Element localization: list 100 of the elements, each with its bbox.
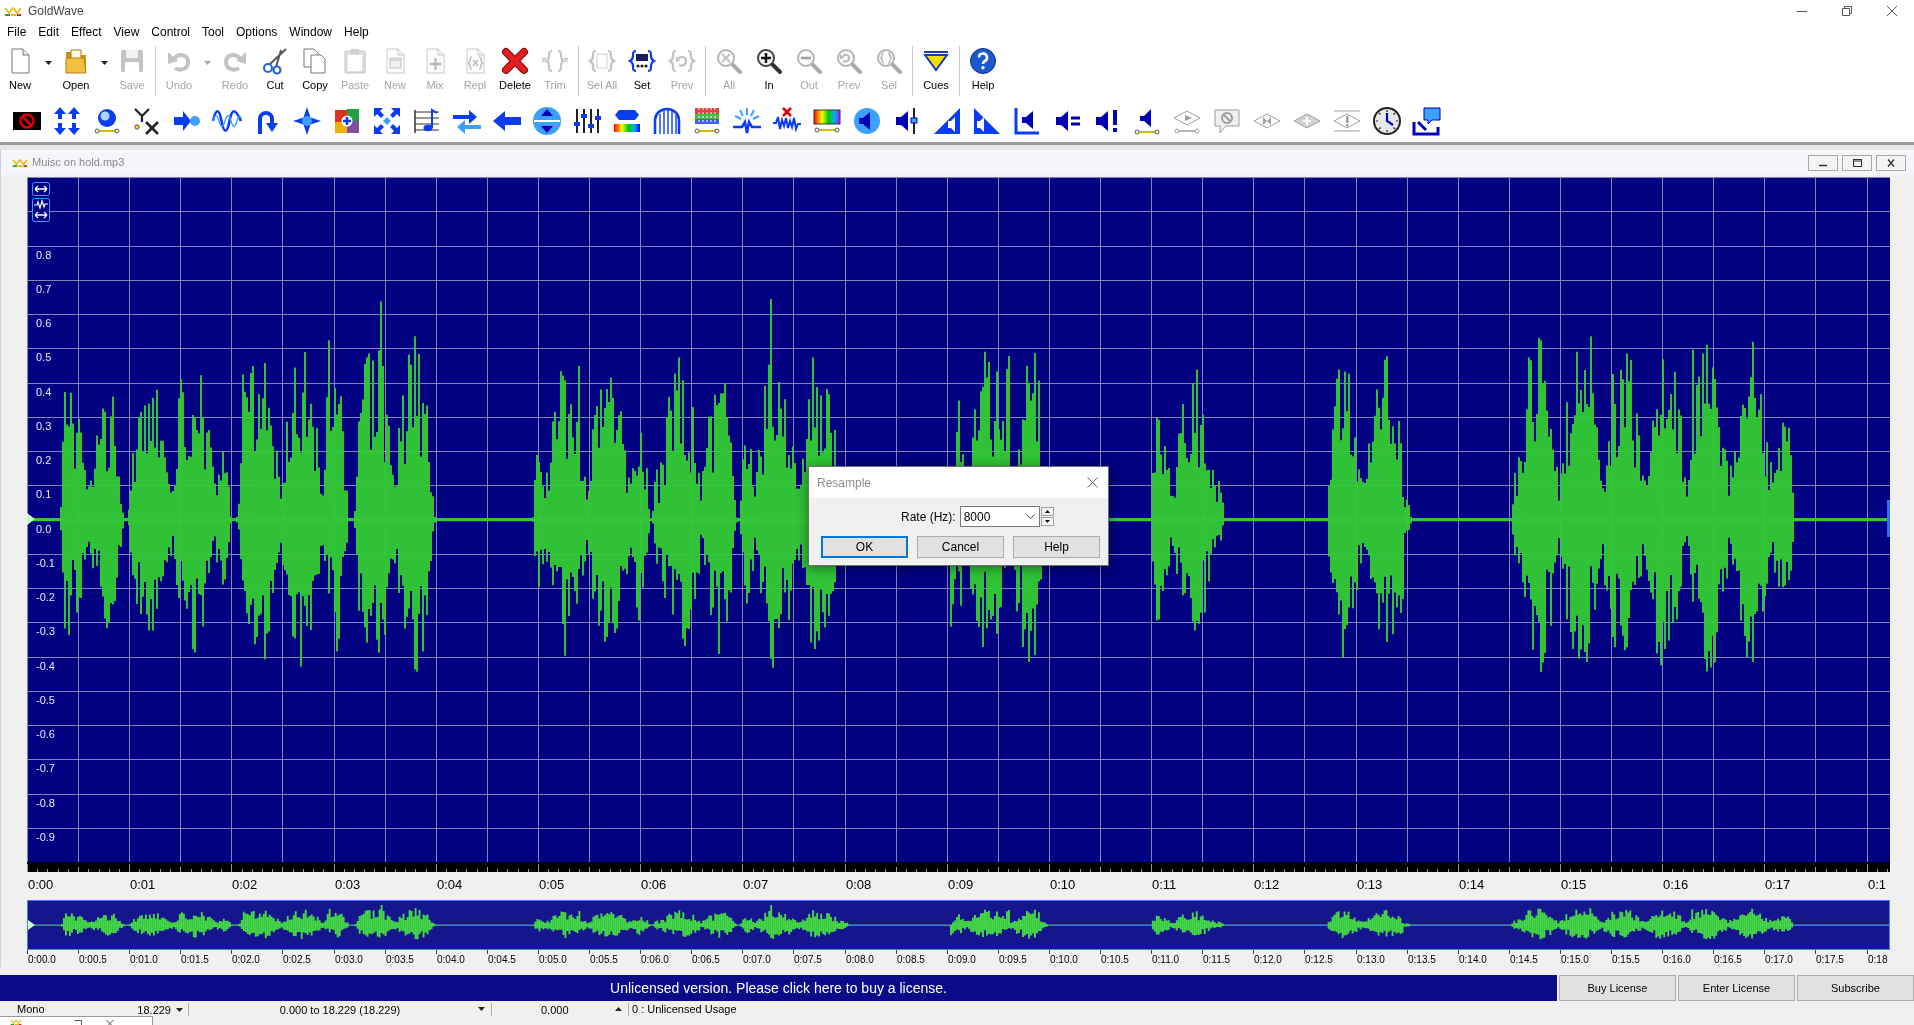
time-label: 0:08.5	[897, 954, 925, 966]
color-blocks-icon[interactable]	[332, 106, 362, 136]
time-label: 0:05	[539, 877, 565, 892]
cut-button[interactable]: Cut	[255, 42, 295, 100]
time-label: 0:17.5	[1816, 954, 1844, 966]
time-label: 0:07	[743, 877, 769, 892]
axis-label: 0.5	[36, 351, 52, 364]
time-label: 0:07.0	[743, 954, 771, 966]
rate-dropdown[interactable]: 8000	[959, 506, 1040, 527]
open-button[interactable]: Open	[56, 42, 96, 100]
license-banner[interactable]: Unlicensed version. Please click here to buy a license.	[0, 975, 1557, 1001]
fade-in-icon[interactable]	[932, 106, 962, 136]
axis-label: 0.7	[36, 282, 52, 295]
split-cross-icon[interactable]	[132, 106, 162, 136]
time-label: 0:06	[641, 877, 667, 892]
axis-label: -0.7	[36, 762, 55, 775]
circle-arrows-icon[interactable]	[532, 106, 562, 136]
time-label: 0:11.0	[1152, 954, 1180, 966]
wave-arrows-icon[interactable]	[32, 198, 50, 222]
up-down-arrows-icon[interactable]	[52, 106, 82, 136]
close-icon[interactable]	[1886, 6, 1897, 16]
music-staff-icon[interactable]	[412, 106, 442, 136]
copy-button[interactable]: Copy	[295, 42, 335, 100]
position-field[interactable]: 0.000	[492, 1003, 629, 1016]
menu-item[interactable]: File	[1, 24, 33, 40]
arch-icon[interactable]	[652, 106, 682, 136]
set-button[interactable]: Set	[622, 42, 662, 100]
time-label: 0:02.0	[232, 954, 260, 966]
license-button[interactable]: Buy License	[1559, 975, 1676, 1001]
time-label: 0:06.5	[692, 954, 720, 966]
restore-icon[interactable]	[74, 1019, 82, 1025]
menu-item[interactable]: Options	[230, 24, 284, 40]
rainbow-gradient-icon[interactable]	[812, 106, 842, 136]
sphere-icon[interactable]	[92, 106, 122, 136]
start-marker-icon[interactable]	[28, 920, 35, 930]
new-button[interactable]: New	[0, 42, 40, 100]
axis-label: 0.4	[36, 385, 52, 398]
close-icon[interactable]	[1876, 154, 1906, 171]
time-label: 0:15.5	[1612, 954, 1640, 966]
time-label: 0:15	[1561, 877, 1587, 892]
restore-icon[interactable]	[1841, 6, 1852, 16]
close-icon[interactable]	[1087, 477, 1098, 488]
dialog-button[interactable]: Help	[1013, 536, 1100, 558]
zoom-in-icon	[755, 47, 783, 75]
braces-dots-icon	[628, 47, 656, 75]
help-button[interactable]: Help	[963, 42, 1003, 100]
menu-item[interactable]: Tool	[196, 24, 230, 40]
delete-button[interactable]: Delete	[495, 42, 535, 100]
license-button[interactable]: Subscribe	[1797, 975, 1914, 1001]
menu-item[interactable]: Help	[338, 24, 375, 40]
window-title: GoldWave	[28, 3, 84, 20]
time-label: 0:1	[1868, 877, 1887, 892]
dialog-button[interactable]: Cancel	[917, 536, 1004, 558]
star-icon[interactable]	[292, 106, 322, 136]
time-label: 0:04.0	[437, 954, 465, 966]
spin-up-button[interactable]	[1040, 507, 1054, 516]
speaker-bracket-icon[interactable]	[1012, 106, 1042, 136]
menu-item[interactable]: Effect	[65, 24, 108, 40]
restore-icon[interactable]	[1842, 154, 1872, 171]
time-label: 0:00	[28, 877, 54, 892]
axis-label: -0.5	[36, 693, 55, 706]
time-label: 0:00.0	[28, 954, 56, 966]
caret-icon[interactable]	[176, 1007, 183, 1012]
speaker-circle-icon[interactable]	[852, 106, 882, 136]
dialog-button[interactable]: OK	[821, 536, 908, 558]
zoom-in-button[interactable]: In	[749, 42, 789, 100]
spectrum-icon[interactable]	[692, 106, 722, 136]
menu-item[interactable]: View	[107, 24, 146, 40]
sliders-icon[interactable]	[572, 106, 602, 136]
folder-icon	[62, 47, 90, 75]
clock-icon[interactable]	[1372, 106, 1402, 136]
horizontal-arrows-icon[interactable]	[32, 182, 50, 196]
time-label: 0:01.0	[130, 954, 158, 966]
spin-down-button[interactable]	[1040, 517, 1054, 526]
fade-out-icon[interactable]	[972, 106, 1002, 136]
start-marker-icon[interactable]	[27, 513, 35, 525]
selection-dropdown[interactable]: 0.000 to 18.229 (18.229)	[189, 1003, 492, 1016]
axis-label: -0.4	[36, 659, 55, 672]
rate-label: Rate (Hz):	[901, 508, 956, 526]
chat-icon[interactable]	[1412, 106, 1442, 136]
minimize-icon[interactable]	[1796, 10, 1807, 12]
caret-icon[interactable]	[478, 1007, 485, 1011]
time-label: 0:18	[1868, 954, 1888, 966]
menu-item[interactable]: Control	[145, 24, 196, 40]
license-button[interactable]: Enter License	[1678, 975, 1795, 1001]
cues-button[interactable]: Cues	[916, 42, 956, 100]
axis-label: -0.6	[36, 728, 55, 740]
zoom-out-icon	[795, 47, 823, 75]
end-marker-icon[interactable]	[1887, 500, 1890, 537]
caret-icon[interactable]	[100, 61, 108, 65]
time-label: 0:01.5	[181, 954, 209, 966]
expand-arrows-icon[interactable]	[372, 106, 402, 136]
time-label: 0:12	[1254, 877, 1280, 892]
caret-icon[interactable]	[44, 61, 52, 65]
caret-icon[interactable]	[615, 1007, 622, 1011]
time-label: 0:04.5	[488, 954, 516, 966]
splash-icon[interactable]	[732, 106, 762, 136]
time-label: 0:10.5	[1101, 954, 1129, 966]
menu-item[interactable]: Window	[283, 24, 339, 40]
menu-item[interactable]: Edit	[32, 24, 66, 40]
